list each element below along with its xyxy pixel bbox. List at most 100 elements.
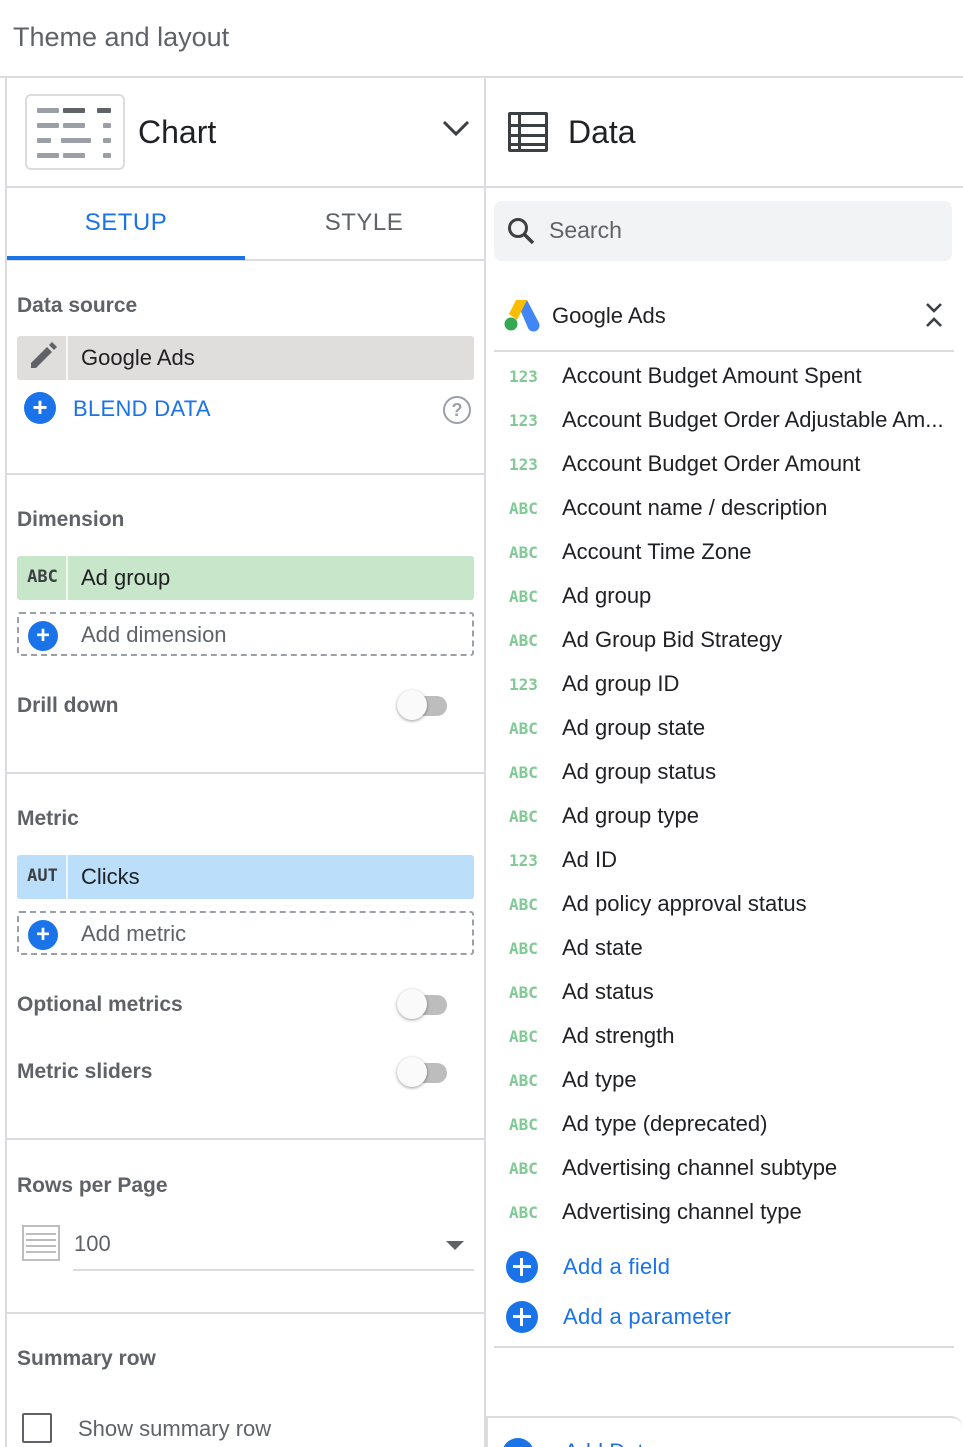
field-list-item[interactable]: ABC Ad group state — [494, 706, 954, 750]
field-type-icon: ABC — [509, 1071, 538, 1090]
field-list-item[interactable]: 123 Account Budget Order Amount — [494, 442, 954, 486]
metric-sliders-toggle[interactable] — [397, 1055, 449, 1089]
add-data-label: Add Data — [564, 1439, 656, 1447]
pencil-icon — [31, 342, 57, 368]
data-source-chip[interactable]: Google Ads — [17, 336, 474, 380]
add-metric-label: Add metric — [81, 921, 187, 946]
field-list-item[interactable]: ABC Account name / description — [494, 486, 954, 530]
rows-per-page-label: Rows per Page — [17, 1174, 168, 1197]
field-list-item[interactable]: ABC Ad policy approval status — [494, 882, 954, 926]
data-panel: Data Search Google Ads 123 Account Budget… — [486, 78, 963, 1447]
field-name: Ad group — [562, 583, 652, 608]
data-panel-title: Data — [568, 114, 636, 150]
field-type-icon: ABC — [509, 763, 538, 782]
dimension-chip[interactable]: ABC Ad group — [17, 556, 474, 600]
google-ads-logo-icon — [504, 300, 540, 332]
help-icon[interactable]: ? — [443, 396, 471, 424]
metric-name: Clicks — [81, 864, 140, 889]
field-type-icon: 123 — [509, 455, 538, 474]
plus-icon: + — [28, 621, 58, 651]
field-name: Account Time Zone — [562, 539, 752, 564]
add-dimension-label: Add dimension — [81, 622, 227, 647]
field-list-item[interactable]: 123 Ad ID — [494, 838, 954, 882]
field-name: Ad state — [562, 935, 643, 960]
field-name: Ad group status — [562, 759, 717, 784]
field-list-item[interactable]: ABC Ad state — [494, 926, 954, 970]
field-list-item[interactable]: ABC Account Time Zone — [494, 530, 954, 574]
blend-data-plus-icon[interactable]: + — [24, 392, 56, 424]
add-data-icon — [502, 1438, 534, 1447]
metric-type-cell — [17, 855, 68, 899]
data-source-label: Data source — [17, 294, 138, 317]
field-name: Ad strength — [562, 1023, 675, 1048]
summary-row-label: Summary row — [17, 1347, 156, 1370]
blend-data-button[interactable]: BLEND DATA — [73, 396, 211, 422]
field-list-item[interactable]: ABC Ad type — [494, 1058, 954, 1102]
field-list-item[interactable]: 123 Ad group ID — [494, 662, 954, 706]
field-search-box[interactable]: Search — [494, 201, 952, 261]
field-list-item[interactable]: ABC Ad strength — [494, 1014, 954, 1058]
metric-label: Metric — [17, 807, 79, 830]
field-name: Ad ID — [562, 847, 618, 872]
field-type-icon: ABC — [509, 939, 538, 958]
field-list-item[interactable]: ABC Ad status — [494, 970, 954, 1014]
add-circle-icon — [506, 1301, 538, 1333]
rows-table-icon — [22, 1225, 60, 1261]
rows-per-page-select[interactable]: 100 — [73, 1221, 474, 1271]
optional-metrics-label: Optional metrics — [17, 993, 183, 1016]
field-type-icon: 123 — [509, 851, 538, 870]
chart-type-selector[interactable]: Chart — [7, 78, 484, 188]
field-name: Account name / description — [562, 495, 828, 520]
field-list-item[interactable]: 123 Account Budget Order Adjustable Am... — [494, 398, 954, 442]
field-list-item[interactable]: ABC Advertising channel subtype — [494, 1146, 954, 1190]
field-list-item[interactable]: ABC Advertising channel type — [494, 1190, 954, 1234]
field-type-icon: ABC — [509, 719, 538, 738]
search-icon — [508, 218, 535, 245]
field-name: Advertising channel type — [562, 1199, 802, 1224]
chevron-down-icon[interactable] — [441, 118, 471, 138]
field-type-icon: ABC — [509, 1027, 538, 1046]
field-name: Ad group ID — [562, 671, 680, 696]
section-divider — [7, 473, 484, 475]
field-name: Advertising channel subtype — [562, 1155, 838, 1180]
field-list-item[interactable]: ABC Ad group — [494, 574, 954, 618]
tab-style[interactable]: STYLE — [245, 188, 483, 259]
field-type-icon: ABC — [509, 1159, 538, 1178]
add-dimension-button[interactable]: + Add dimension — [17, 612, 474, 656]
field-list-item[interactable]: ABC Ad type (deprecated) — [494, 1102, 954, 1146]
data-source-header[interactable]: Google Ads — [494, 286, 954, 352]
add-field-label: Add a field — [563, 1254, 671, 1279]
field-list-item[interactable]: 123 Account Budget Amount Spent — [494, 354, 954, 398]
field-list: 123 Account Budget Amount Spent 123 Account… — [494, 354, 954, 1234]
field-list-item[interactable]: ABC Ad Group Bid Strategy — [494, 618, 954, 662]
add-metric-button[interactable]: + Add metric — [17, 911, 474, 955]
field-type-icon: ABC — [509, 543, 538, 562]
field-type-icon: ABC — [509, 631, 538, 650]
field-name: Ad group state — [562, 715, 706, 740]
metric-chip[interactable]: AUT Clicks — [17, 855, 474, 899]
field-type-icon: ABC — [509, 587, 538, 606]
field-name: Ad policy approval status — [562, 891, 807, 916]
data-table-icon — [508, 112, 548, 152]
field-type-icon: ABC — [509, 1203, 538, 1222]
field-name: Ad status — [562, 979, 654, 1004]
field-type-icon: ABC — [509, 807, 538, 826]
collapse-icon[interactable] — [923, 300, 945, 330]
optional-metrics-toggle[interactable] — [397, 987, 449, 1021]
chart-properties-panel: Chart SETUP STYLE Data source Google Ads… — [5, 78, 486, 1447]
field-type-icon: 123 — [509, 411, 538, 430]
toggle-knob — [397, 1057, 427, 1087]
tab-setup[interactable]: SETUP — [7, 188, 245, 259]
show-summary-row-checkbox[interactable] — [22, 1413, 52, 1443]
field-list-item[interactable]: ABC Ad group status — [494, 750, 954, 794]
field-name: Account Budget Amount Spent — [562, 363, 862, 388]
field-type-icon: ABC — [509, 1115, 538, 1134]
field-list-item[interactable]: ABC Ad group type — [494, 794, 954, 838]
add-data-footer[interactable]: Add Data — [486, 1416, 963, 1447]
toggle-knob — [397, 690, 427, 720]
plus-icon: + — [28, 920, 58, 950]
edit-source-button[interactable] — [17, 336, 68, 380]
section-divider — [494, 1346, 954, 1348]
drill-down-label: Drill down — [17, 694, 119, 717]
drill-down-toggle[interactable] — [397, 688, 449, 722]
